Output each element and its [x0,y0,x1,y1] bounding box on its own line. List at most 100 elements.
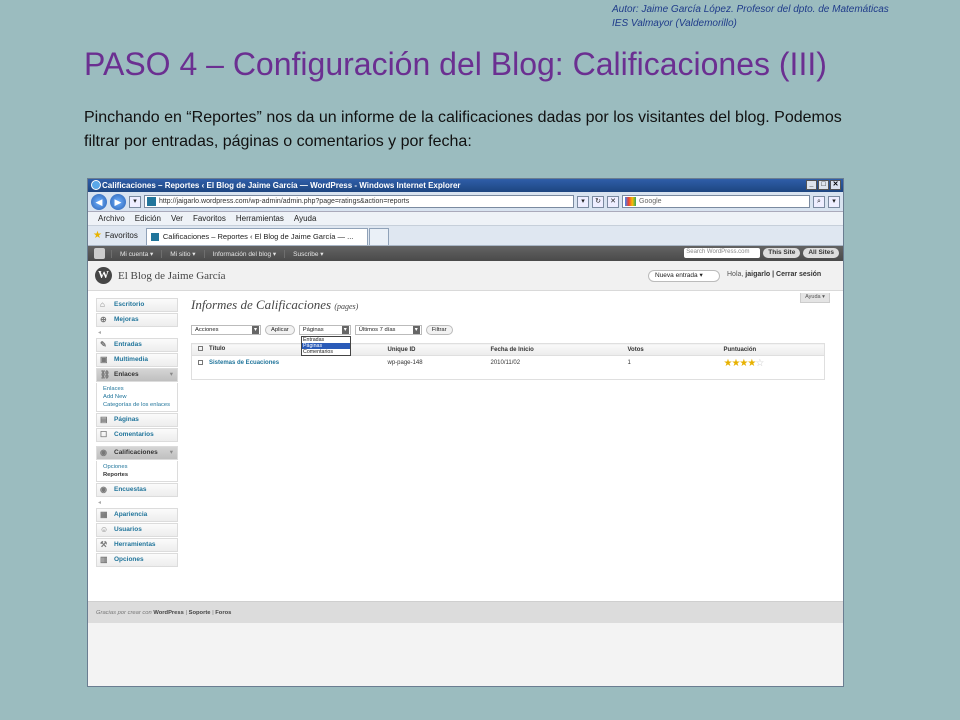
sidebar-item-paginas[interactable]: ▤ Páginas [96,413,178,427]
ratings-icon: ◉ [100,448,107,457]
menu-herramientas[interactable]: Herramientas [236,214,284,223]
adminbar-suscribe[interactable]: Suscribe ▾ [284,249,331,258]
comments-icon: ☐ [100,430,108,439]
menu-edicion[interactable]: Edición [135,214,161,223]
blog-name[interactable]: El Blog de Jaime García [118,270,226,282]
posts-pin-icon: ✎ [100,340,107,349]
refresh-icon[interactable]: ↻ [592,195,604,208]
admin-sidebar: ⌂ Escritorio ⊕ Mejoras ◂ ✎ Entradas ▣ Multim… [96,298,178,618]
filter-button[interactable]: Filtrar [425,325,453,335]
date-range-select[interactable]: Últimos 7 días [354,325,422,335]
browser-screenshot: Calificaciones – Reportes ‹ El Blog de J… [87,178,844,687]
google-search-input[interactable]: Google [622,195,810,208]
slide-intro-text: Pinchando en “Reportes” nos da un inform… [84,109,842,150]
adminbar-mi-cuenta[interactable]: Mi cuenta ▾ [111,249,161,258]
tools-icon: ⚒ [100,540,108,549]
tab-wordpress-icon [150,233,159,241]
table-row: Sistemas de Ecuaciones wp-page-148 2010/… [192,356,825,380]
sidebar-item-comentarios[interactable]: ☐ Comentarios [96,428,178,442]
search-options-icon[interactable]: ▾ [828,195,840,208]
apply-button[interactable]: Aplicar [265,325,295,335]
address-input[interactable]: http://jaigarlo.wordpress.com/wp-admin/a… [144,195,574,208]
page-title: Informes de Calificaciones (pages) [191,297,825,319]
column-header-rating: Puntuación [723,343,825,356]
address-dropdown-icon[interactable]: ▾ [577,195,589,208]
sidebar-item-entradas[interactable]: ✎ Entradas [96,338,178,352]
favorites-label: Favoritos [104,231,138,240]
row-title-link[interactable]: Sistemas de Ecuaciones [209,360,279,366]
menu-favoritos[interactable]: Favoritos [193,214,226,223]
sidebar-item-multimedia[interactable]: ▣ Multimedia [96,353,178,367]
adminbar-mi-sitio[interactable]: Mi sitio ▾ [161,249,203,258]
empty-star-icons: ☆ [755,358,764,369]
footer-wordpress-link[interactable]: WordPress [153,610,184,616]
sidebar-item-calificaciones[interactable]: ◉ Calificaciones ▾ [96,446,178,460]
sidebar-item-usuarios[interactable]: ☺ Usuarios [96,523,178,537]
favorites-star-icon: ★ [93,230,102,241]
bulk-actions-select[interactable]: Acciones [191,325,261,335]
sidebar-item-herramientas[interactable]: ⚒ Herramientas [96,538,178,552]
this-site-button[interactable]: This Site [763,248,801,258]
wordpress-search-input[interactable]: Search WordPress.com [684,248,761,258]
active-tab[interactable]: Calificaciones – Reportes ‹ El Blog de J… [145,228,368,245]
upgrades-icon: ⊕ [100,315,107,324]
back-button[interactable]: ◀ [91,193,107,210]
footer-thanks: Gracias por crear con [96,610,154,616]
username-link[interactable]: jaigarlo [745,271,770,278]
dashboard-icon: ⌂ [100,300,105,309]
menu-ver[interactable]: Ver [171,214,183,223]
submenu-opciones[interactable]: Opciones [103,463,177,471]
submenu-enlaces[interactable]: Enlaces [103,385,177,393]
users-icon: ☺ [100,525,109,534]
submenu-add-new[interactable]: Add New [103,393,177,401]
sidebar-label: Usuarios [114,526,142,533]
close-button[interactable]: ✕ [830,180,841,190]
forward-button[interactable]: ▶ [110,193,126,210]
new-entry-dropdown[interactable]: Nueva entrada ▾ [648,270,720,282]
sidebar-item-opciones[interactable]: ▥ Opciones [96,553,178,567]
wordpress-logo-icon[interactable] [94,248,105,259]
footer-foros-link[interactable]: Foros [215,610,231,616]
chevron-down-icon[interactable]: ▾ [170,447,173,459]
all-sites-button[interactable]: All Sites [803,248,839,258]
chevron-down-icon[interactable]: ▾ [170,369,173,381]
search-icon[interactable]: ⌕ [813,195,825,208]
logout-link[interactable]: | Cerrar sesión [770,271,821,278]
option-comentarios[interactable]: Comentarios [302,349,350,355]
menu-ayuda[interactable]: Ayuda [294,214,317,223]
sidebar-item-mejoras[interactable]: ⊕ Mejoras [96,313,178,327]
ratings-report-table: Título Unique ID Fecha de Inicio Votos P… [191,343,825,380]
sidebar-item-escritorio[interactable]: ⌂ Escritorio [96,298,178,312]
wordpress-favicon-icon [147,197,156,206]
menu-archivo[interactable]: Archivo [98,214,125,223]
favorites-button[interactable]: ★ Favoritos [91,230,146,245]
maximize-button[interactable]: □ [818,180,829,190]
adminbar-informacion-blog[interactable]: Información del blog ▾ [203,249,285,258]
sidebar-label: Escritorio [114,301,145,308]
calificaciones-submenu: Opciones Reportes [96,461,178,482]
stop-icon[interactable]: ✕ [607,195,619,208]
sidebar-label: Calificaciones [114,449,158,456]
address-bar-row: ◀ ▶ ▾ http://jaigarlo.wordpress.com/wp-a… [88,192,843,212]
row-checkbox[interactable] [198,360,203,365]
filter-bar: Acciones Aplicar Páginas Últimos 7 días … [191,323,825,356]
minimize-button[interactable]: _ [806,180,817,190]
history-dropdown-icon[interactable]: ▾ [129,195,141,208]
address-value: http://jaigarlo.wordpress.com/wp-admin/a… [159,198,410,205]
footer-soporte-link[interactable]: Soporte [189,610,211,616]
internet-explorer-icon [91,180,101,190]
page-blank-area [88,623,843,686]
sidebar-label: Páginas [114,416,139,423]
sidebar-label: Apariencia [114,511,148,518]
sidebar-item-enlaces[interactable]: ⛓ Enlaces ▾ [96,368,178,382]
sidebar-separator: ◂ [98,330,102,336]
submenu-categorias-enlaces[interactable]: Categorías de los enlaces [103,401,177,409]
submenu-reportes[interactable]: Reportes [103,471,177,479]
new-tab-button[interactable] [368,228,389,245]
sidebar-label: Opciones [114,556,144,563]
google-icon [625,197,636,206]
sidebar-item-apariencia[interactable]: ▦ Apariencia [96,508,178,522]
content-type-select[interactable]: Páginas [298,325,351,335]
sidebar-item-encuestas[interactable]: ◉ Encuestas [96,483,178,497]
select-all-checkbox[interactable] [198,346,203,352]
